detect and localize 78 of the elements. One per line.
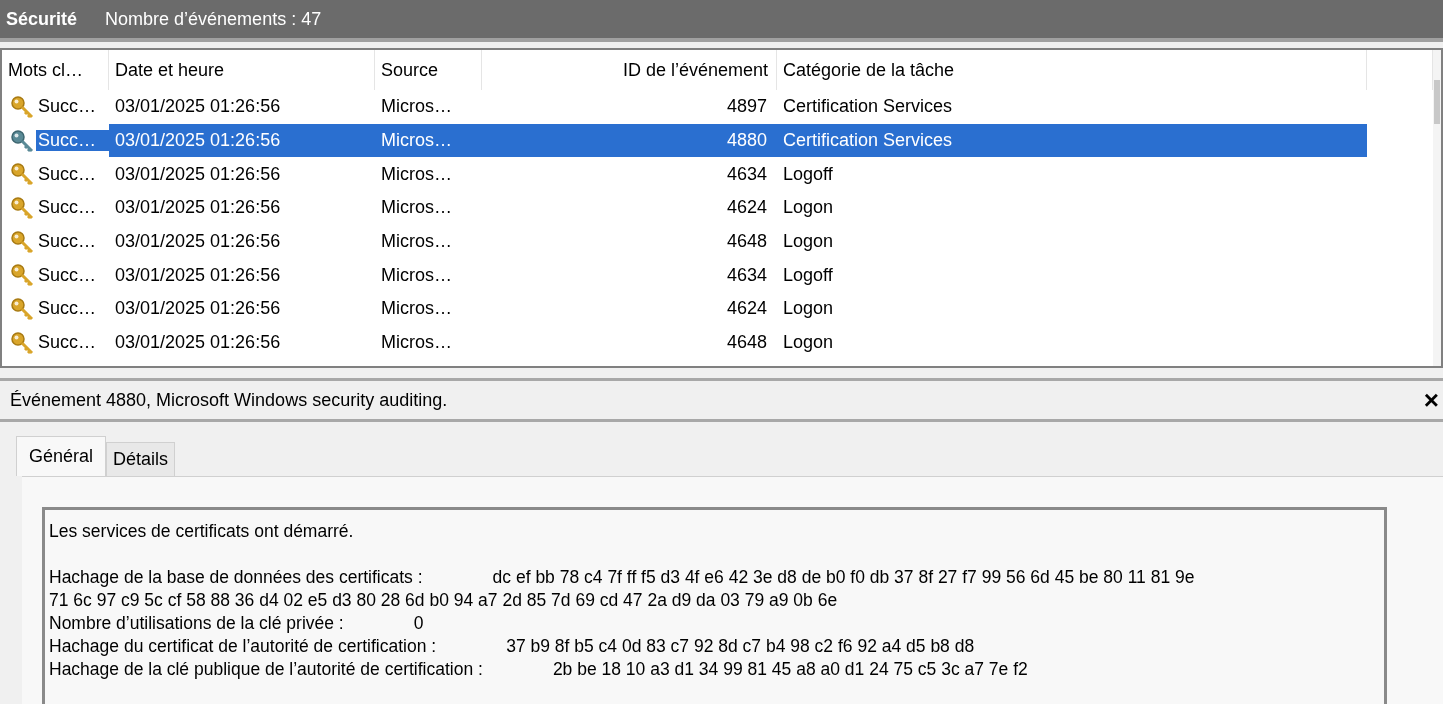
field-label: Nombre d’utilisations de la clé privée : [49,613,344,633]
field-value: 71 6c 97 c9 5c cf 58 88 36 d4 02 e5 d3 80 28 6d b0 94 a7 2d 85 7d 69 cd 47 2a d9 da 03 79 a9 0b 6e [49,589,839,612]
event-row[interactable]: Succ… 03/01/2025 01:26:56 Micros… 4648 Logon [2,325,1433,360]
table-cell-text: Succ… [37,264,98,286]
field-value: 2b be 18 10 a3 d1 34 99 81 45 a8 a0 d1 24 75 c5 3c a7 7e f2 [552,659,1028,679]
key-icon [10,330,34,355]
table-cell-text: 4897 [725,95,768,119]
event-row[interactable]: Succ… 03/01/2025 01:26:56 Micros… 4634 Logoff [2,157,1433,192]
field-value: 0 [413,613,424,633]
table-cell: Succ… [36,130,109,152]
table-cell-text: Logoff [782,263,834,287]
key-icon [10,128,34,153]
key-icon [10,195,34,220]
close-button[interactable]: × [1421,384,1441,416]
table-cell-text: 4624 [725,297,768,321]
table-cell-text: 03/01/2025 01:26:56 [114,297,282,321]
event-row[interactable]: Succ… 03/01/2025 01:26:56 Micros… 4897 Certification Services [2,90,1433,124]
event-row[interactable]: Succ… 03/01/2025 01:26:56 Micros… 4634 Logoff [2,258,1433,293]
table-cell-text: 03/01/2025 01:26:56 [114,263,282,287]
table-cell-text: Succ… [37,298,98,320]
table-cell-text: Micros… [380,196,453,220]
table-cell-text: Micros… [380,230,453,254]
table-cell-text: Micros… [380,162,453,186]
table-cell-text: Micros… [380,297,453,321]
tab[interactable]: Général [16,436,107,476]
table-cell-text: Succ… [37,231,98,253]
field-value: dc ef bb 78 c4 7f ff f5 d3 4f e6 42 3e d8 de b0 f0 db 37 8f 27 f7 99 56 6d 45 be 80 11 81 9e [492,567,1195,587]
table-cell-text: 4634 [725,263,768,287]
field-label: Hachage du certificat de l’autorité de certification : [49,636,437,656]
event-count: Nombre d’événements : 47 [105,8,322,30]
table-cell-text: 03/01/2025 01:26:56 [114,331,282,355]
table-cell: 03/01/2025 01:26:56 [109,123,375,158]
column-header[interactable]: Catégorie de la tâche [777,50,1367,90]
table-cell-text: 4648 [725,230,768,254]
field-label: Hachage de la base de données des certificats : [49,567,423,587]
column-header[interactable]: ID de l’événement [482,50,777,90]
column-header[interactable]: Date et heure [109,50,375,90]
event-row[interactable]: Succ… 03/01/2025 01:26:56 Micros… 4624 Logon [2,191,1433,225]
field-label: Hachage de la clé publique de l’autorité de certification : [49,659,483,679]
table-cell-text: Succ… [37,96,98,118]
column-header[interactable]: Source [375,50,482,90]
table-cell: Micros… [375,123,482,158]
key-icon [10,229,34,254]
table-cell-text: Logon [782,331,835,355]
event-row[interactable]: Succ… 03/01/2025 01:26:56 Micros… 4648 Logon [2,224,1433,259]
key-icon [10,94,34,119]
table-cell-text: 03/01/2025 01:26:56 [114,95,282,119]
table-cell-text: 4624 [725,196,768,220]
table-cell-text: Logon [782,196,835,220]
table-cell-text: Micros… [380,331,453,355]
table-cell-text: Logon [782,297,835,321]
table-cell-text: Certification Services [782,95,954,119]
table-cell-text: 4648 [725,331,768,355]
column-header[interactable]: Mots cl… [2,50,109,90]
table-cell-text: Micros… [380,263,453,287]
table-cell: Certification Services [777,123,1367,158]
key-icon [10,263,34,288]
table-cell: 4880 [482,123,777,158]
key-icon [10,296,34,321]
table-cell-text: 03/01/2025 01:26:56 [114,196,282,220]
log-title: Sécurité [6,8,78,30]
table-cell-text: Logoff [782,162,834,186]
event-row[interactable]: Succ… 03/01/2025 01:26:56 Micros… 4624 Logon [2,292,1433,326]
event-row[interactable]: Succ… 03/01/2025 01:26:56 Micros… 4880 Certification Services [2,123,1433,158]
table-cell-text: Micros… [380,95,453,119]
table-cell-text: 4634 [725,162,768,186]
key-icon [10,162,34,187]
table-cell-text: 03/01/2025 01:26:56 [114,230,282,254]
scrollbar[interactable] [1433,50,1441,366]
event-title: Événement 4880, Microsoft Windows security auditing. [10,389,448,411]
table-cell-text: 03/01/2025 01:26:56 [114,162,282,186]
table-cell-text: Logon [782,230,835,254]
tab[interactable]: Détails [106,442,176,476]
event-message: Les services de certificats ont démarré. [49,520,355,543]
table-cell-text: Succ… [37,163,98,185]
table-cell-text: Succ… [37,197,98,219]
table-cell-text: Succ… [37,332,98,354]
field-value: 37 b9 8f b5 c4 0d 83 c7 92 8d c7 b4 98 c2 f6 92 a4 d5 b8 d8 [506,636,975,656]
